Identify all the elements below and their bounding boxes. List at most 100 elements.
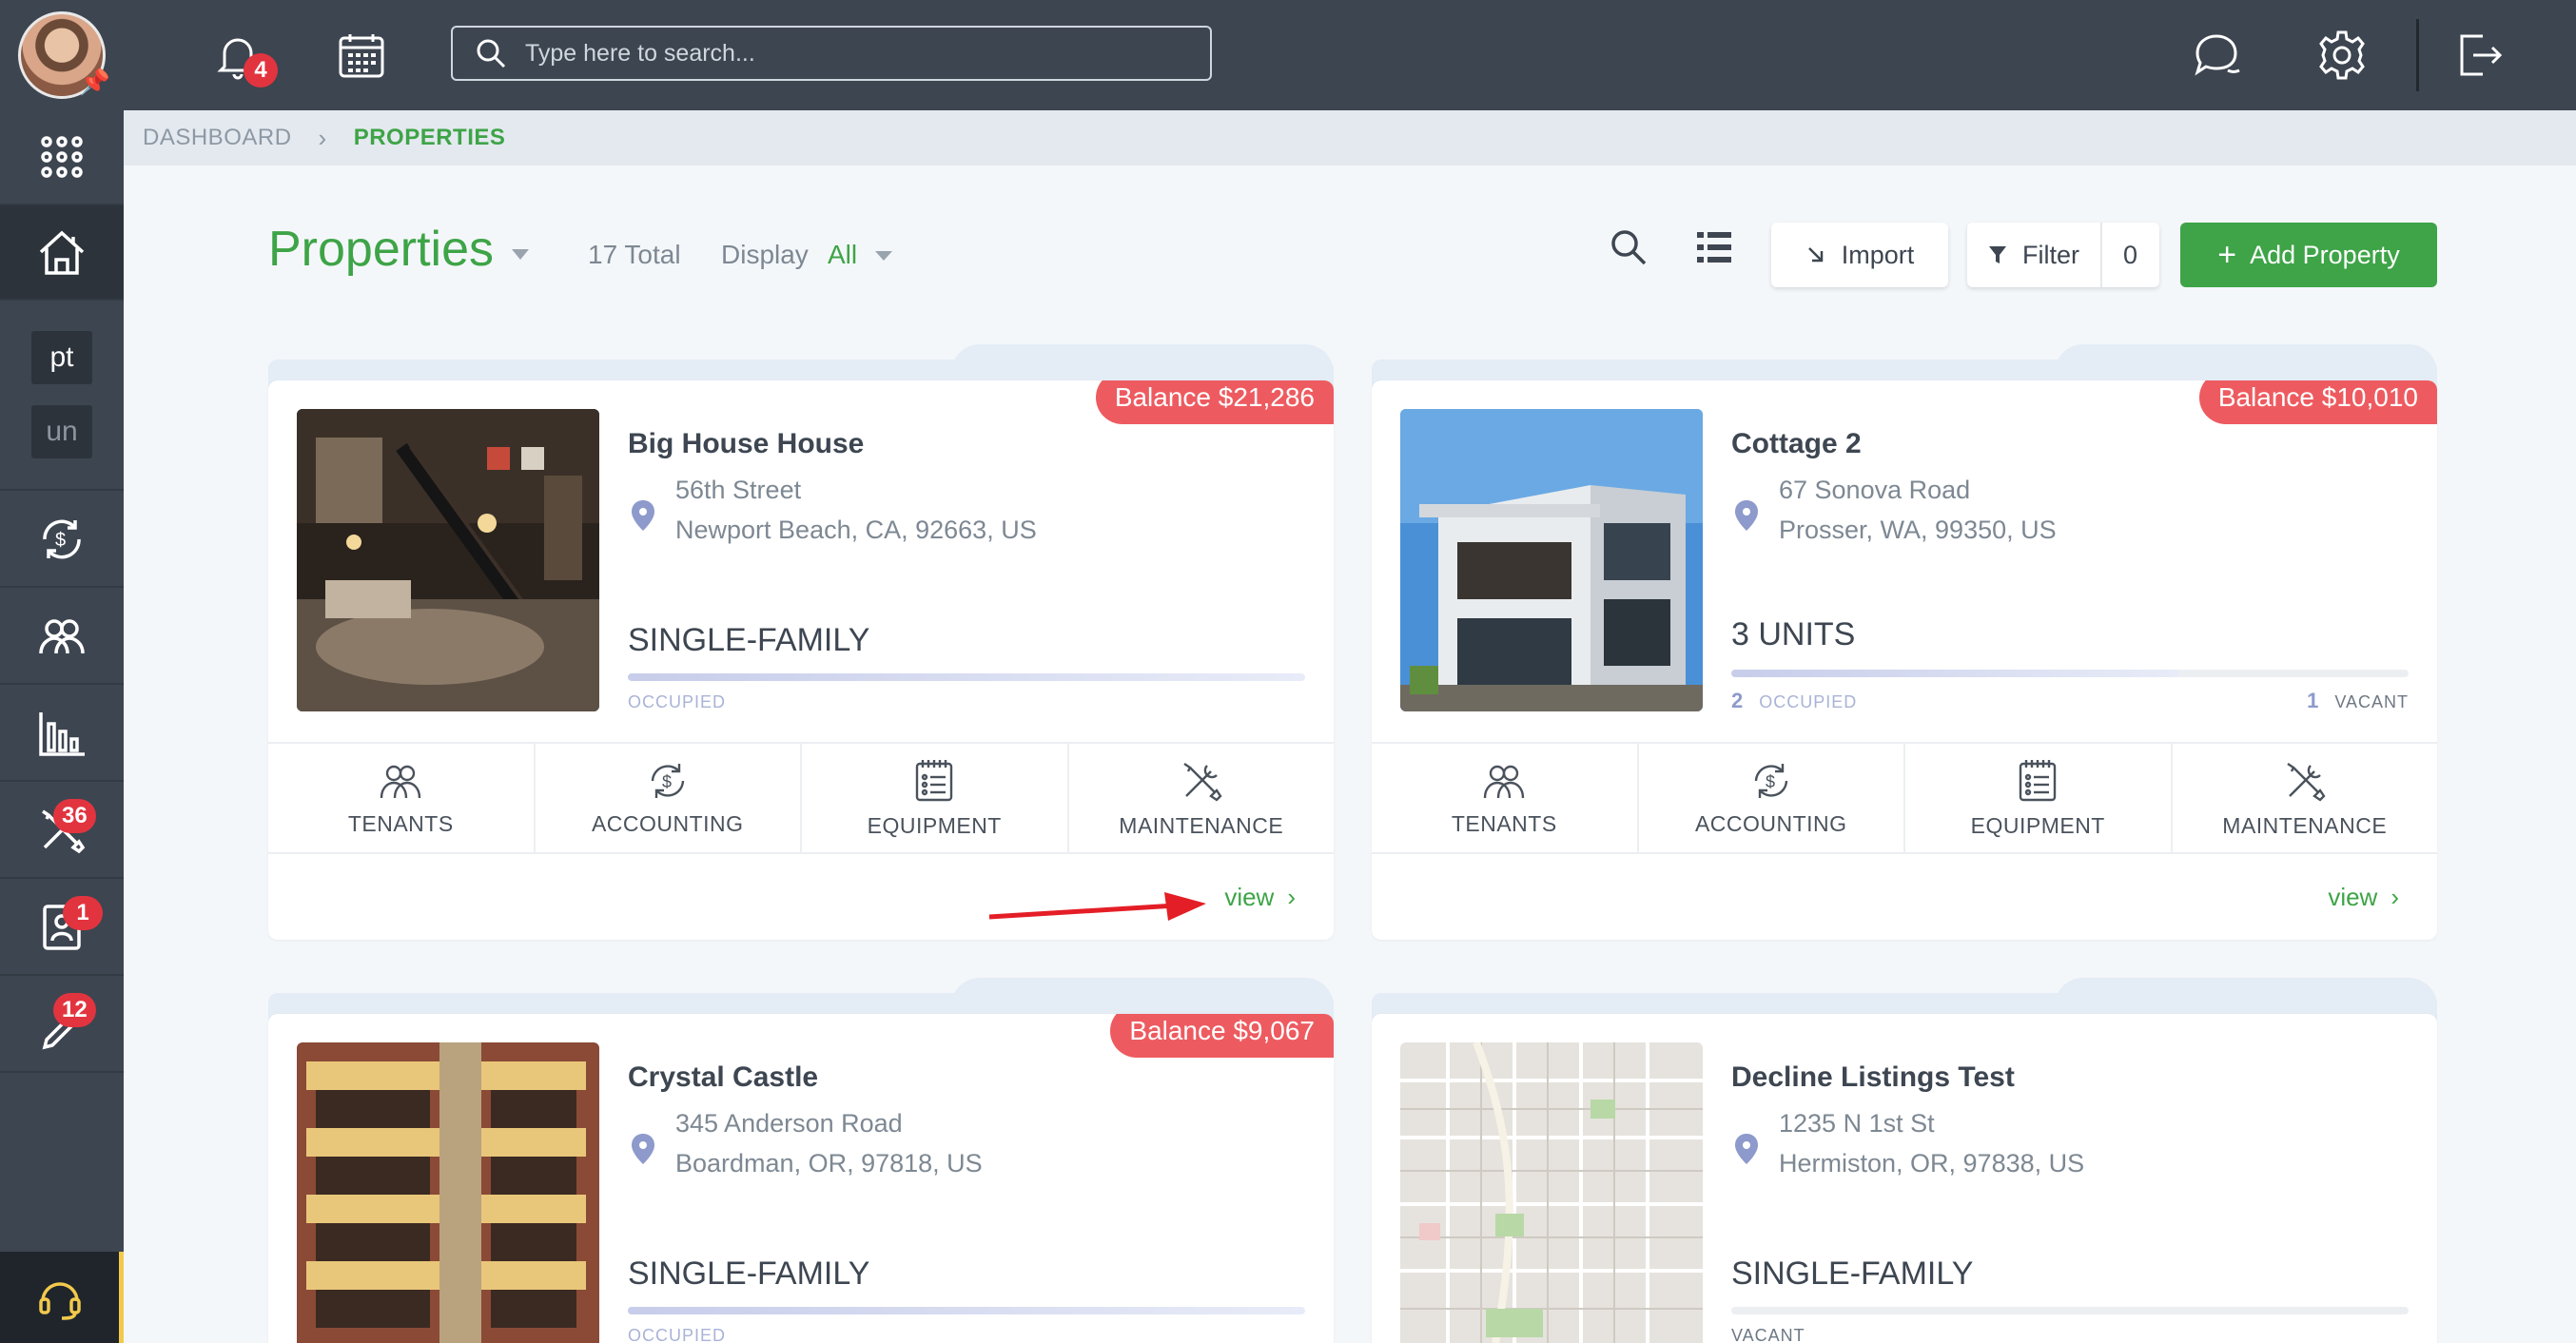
equipment-button[interactable]: EQUIPMENT [1905,744,2173,852]
add-property-label: Add Property [2250,240,2400,269]
map-pin-icon [632,1134,654,1164]
address-street: 56th Street [675,476,802,504]
money-cycle-icon: $ [43,519,81,559]
balance-badge: Balance $9,067 [1110,1014,1334,1058]
property-card-crystal-castle[interactable]: Balance $9,067 Crystal Castle 345 Anders… [268,1014,1334,1343]
property-actions: TENANTS $ ACCOUNTING EQUIPMENT MAINTENAN… [1372,742,2437,854]
add-property-button[interactable]: + Add Property [2180,223,2437,287]
property-name[interactable]: Decline Listings Test [1731,1061,2015,1094]
breadcrumb-dashboard[interactable]: DASHBOARD [143,125,292,151]
sidebar-item-pt[interactable]: pt [31,331,92,384]
sidebar-item-support[interactable] [0,1252,124,1343]
property-actions: TENANTS $ ACCOUNTING EQUIPMENT MAINTENAN… [268,742,1334,854]
maintenance-label: MAINTENANCE [2222,812,2388,838]
sidebar-item-reports[interactable] [0,687,124,782]
tenants-label: TENANTS [347,810,454,836]
map-pin-icon [1735,1134,1758,1164]
view-link[interactable]: view › [1224,883,1296,912]
top-bar: 4 [124,0,2576,110]
sidebar-item-applications[interactable]: 1 [0,881,124,976]
search-box[interactable] [451,26,1212,81]
tools-icon [2287,762,2326,802]
equipment-button[interactable]: EQUIPMENT [802,744,1069,852]
balance-badge: Balance $10,010 [2198,380,2437,424]
chat-button[interactable] [2169,0,2264,110]
display-select[interactable]: All [828,240,857,270]
property-name[interactable]: Crystal Castle [628,1061,818,1094]
people-icon [381,765,421,798]
caret-down-icon[interactable] [512,249,529,260]
occupied-count: 2 [1731,689,1745,712]
view-link[interactable]: view › [2328,883,2399,912]
property-card-decline-listings[interactable]: Decline Listings Test 1235 N 1st St Herm… [1372,1014,2437,1343]
user-avatar[interactable]: 📌 [0,0,124,110]
vacant-count: 1 [2307,689,2320,712]
property-card-big-house[interactable]: Balance $21,286 Big House House 56th Str… [268,380,1334,940]
pin-icon[interactable]: 📌 [80,68,110,97]
sidebar-item-tasks[interactable]: 12 [0,978,124,1073]
property-card-cottage-2[interactable]: Balance $10,010 Cottage 2 67 Sonova Road… [1372,380,2437,940]
list-view-button[interactable] [1695,228,1733,271]
display-label: Display [721,240,809,269]
maintenance-button[interactable]: MAINTENANCE [1069,744,1335,852]
equipment-icon [2020,759,2057,801]
search-icon [477,39,506,68]
sidebar-item-un[interactable]: un [31,405,92,458]
filter-button[interactable]: Filter 0 [1967,223,2159,287]
property-photo[interactable] [1400,409,1703,711]
notifications-badge: 4 [244,53,278,88]
sidebar-accounts: pt un [0,301,124,491]
maintenance-button[interactable]: MAINTENANCE [2173,744,2438,852]
property-name[interactable]: Cottage 2 [1731,428,1862,460]
people-icon [1484,765,1525,798]
maintenance-badge: 36 [53,799,96,833]
property-name[interactable]: Big House House [628,428,864,460]
maintenance-label: MAINTENANCE [1119,812,1284,838]
sidebar-item-maintenance[interactable]: 36 [0,784,124,879]
property-photo[interactable] [297,1042,599,1343]
gear-icon [2319,30,2365,80]
annotation-arrow-icon [988,892,1206,921]
total-count: 17 Total [588,240,681,269]
arrow-down-right-icon [1807,247,1823,263]
settings-button[interactable] [2294,0,2390,110]
breadcrumb: DASHBOARD › PROPERTIES [124,110,2576,165]
search-icon [1611,230,1647,265]
property-type: SINGLE-FAMILY [628,622,870,658]
accounting-button[interactable]: $ ACCOUNTING [536,744,802,852]
grid-dots-icon [41,136,83,178]
tenants-button[interactable]: TENANTS [1372,744,1639,852]
sidebar-item-accounting[interactable]: $ [0,493,124,588]
accounting-label: ACCOUNTING [1694,810,1847,836]
chevron-right-icon: › [318,123,327,152]
map-pin-icon [632,500,654,531]
search-button[interactable] [1610,228,1648,271]
page-title[interactable]: Properties [268,221,494,278]
view-label: view [2328,883,2378,911]
filter-icon [1989,246,2006,263]
people-icon [39,619,85,654]
accounting-button[interactable]: $ ACCOUNTING [1639,744,1905,852]
tenants-button[interactable]: TENANTS [268,744,536,852]
calendar-button[interactable] [314,0,409,110]
address-city: Newport Beach, CA, 92663, US [675,516,1037,544]
svg-text:$: $ [55,530,66,551]
logout-button[interactable] [2431,0,2527,110]
import-button[interactable]: Import [1771,223,1948,287]
applications-badge: 1 [63,896,103,930]
property-type: 3 UNITS [1731,616,1856,652]
caret-down-icon[interactable] [875,251,892,261]
occupied-label: 2 OCCUPIED [1731,689,1857,713]
sidebar-item-properties[interactable] [0,205,124,301]
sidebar-item-apps[interactable] [0,110,124,205]
headset-icon [38,1282,81,1320]
property-photo[interactable] [297,409,599,711]
property-map-photo[interactable] [1400,1042,1703,1343]
search-input[interactable] [525,39,1191,68]
money-cycle-icon: $ [1754,763,1787,798]
occupancy-bar [628,673,1305,681]
chat-icon [2195,34,2240,76]
sidebar-item-people[interactable] [0,590,124,685]
notifications-button[interactable]: 4 [190,0,285,110]
filter-main[interactable]: Filter [1967,241,2100,270]
